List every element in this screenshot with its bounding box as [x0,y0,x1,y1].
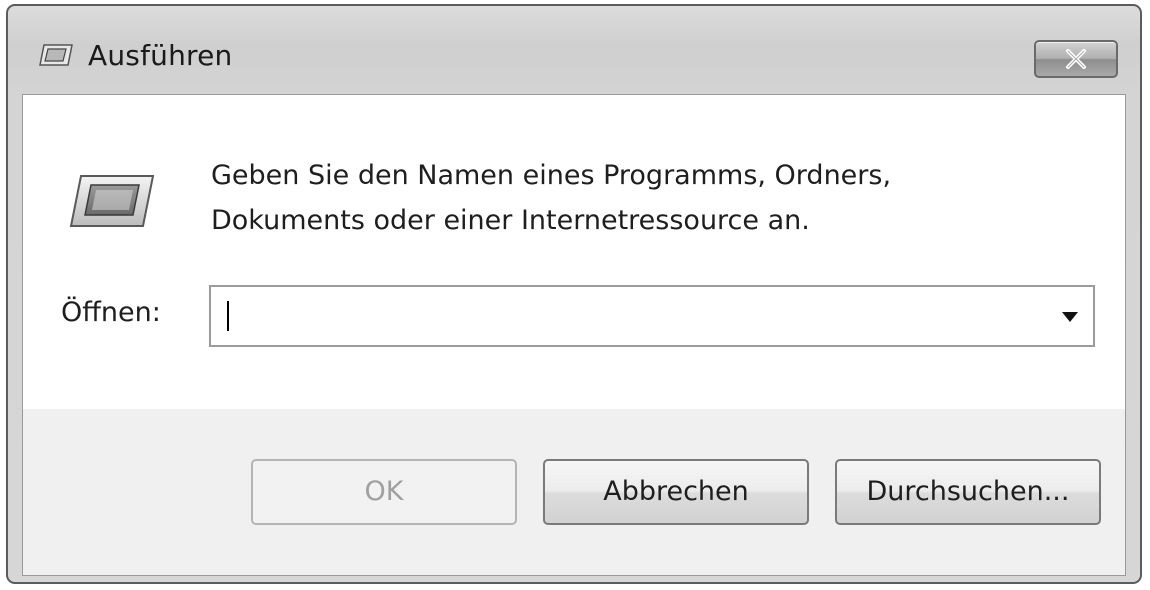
cancel-button[interactable]: Abbrechen [543,459,809,525]
run-icon [67,173,155,229]
dialog-client-area: Geben Sie den Namen eines Programms, Ord… [22,94,1126,576]
title-bar[interactable]: Ausführen [8,6,1140,94]
dialog-description: Geben Sie den Namen eines Programms, Ord… [211,153,991,243]
open-input[interactable] [219,293,1043,339]
dialog-content-panel: Geben Sie den Namen eines Programms, Ord… [23,95,1125,409]
run-dialog-window: Ausführen Geben Sie den Namen eines Prog… [6,4,1142,584]
window-title: Ausführen [88,39,233,72]
open-label: Öffnen: [61,297,161,328]
dropdown-arrow-icon[interactable] [1061,308,1079,322]
open-combobox[interactable] [209,285,1095,347]
ok-button[interactable]: OK [251,459,517,525]
run-icon [38,43,74,67]
close-icon [1064,48,1088,70]
close-button[interactable] [1034,40,1118,78]
browse-button[interactable]: Durchsuchen... [835,459,1101,525]
description-line: Geben Sie den Namen eines Programms, Ord… [211,160,892,191]
text-caret [227,301,229,331]
description-line: Dokuments oder einer Internetressource a… [211,205,810,236]
